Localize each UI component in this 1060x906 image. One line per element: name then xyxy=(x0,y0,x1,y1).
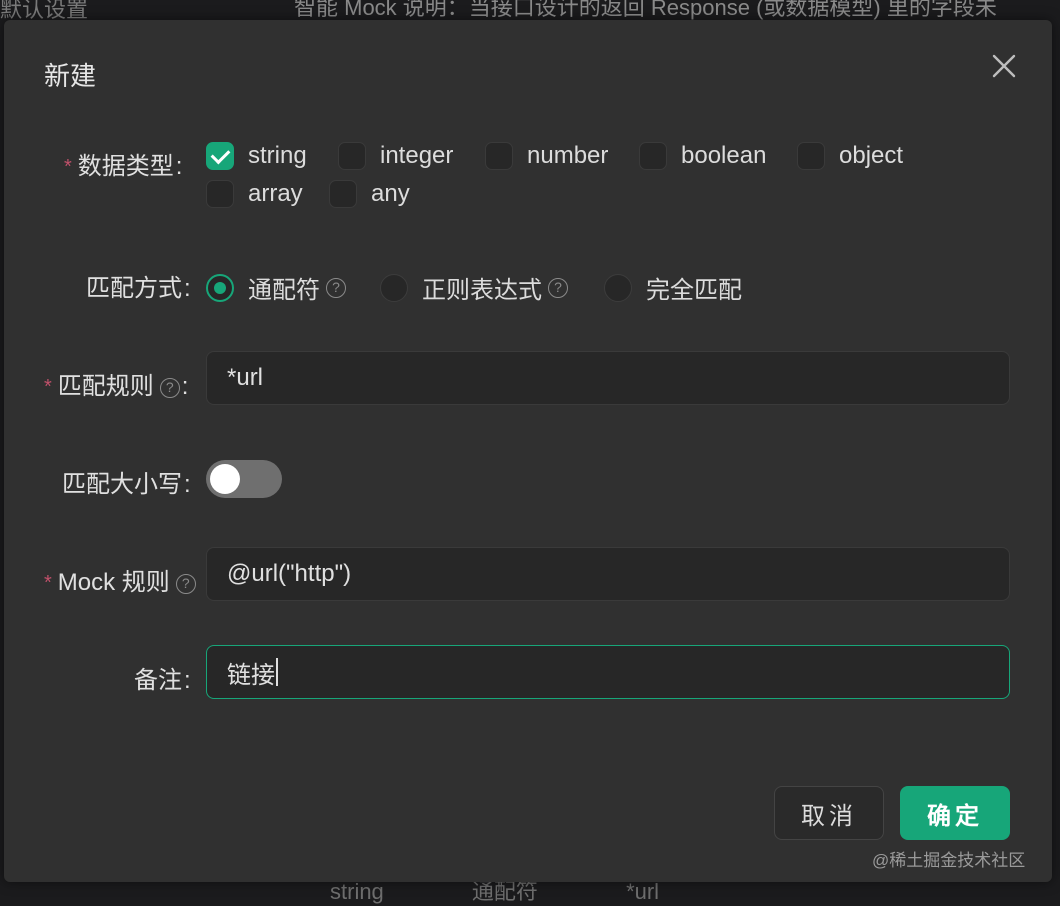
match-rule-input[interactable]: *url xyxy=(206,351,1010,405)
checkbox-string[interactable]: string xyxy=(206,142,307,170)
text-caret xyxy=(276,658,278,686)
new-mock-dialog: 新建 * 数据类型: string integer number boolean … xyxy=(4,20,1052,882)
confirm-button[interactable]: 确定 xyxy=(900,786,1010,840)
checkbox-boolean[interactable]: boolean xyxy=(639,142,766,170)
required-mark: * xyxy=(44,572,52,594)
checkbox-box xyxy=(329,180,357,208)
checkbox-array[interactable]: array xyxy=(206,180,303,208)
case-sensitive-label: 匹配大小写: xyxy=(62,471,191,498)
mock-rule-input[interactable]: @url("http") xyxy=(206,547,1010,601)
background-header: 默认设置 智能 Mock 说明：当接口设计的返回 Response (或数据模型… xyxy=(0,0,1060,22)
radio-exact[interactable]: 完全匹配 xyxy=(604,270,742,305)
checkbox-any[interactable]: any xyxy=(329,180,410,208)
data-type-label: * 数据类型: xyxy=(64,153,183,180)
question-circle-icon[interactable]: ? xyxy=(175,574,196,594)
checkbox-box xyxy=(206,180,234,208)
remark-label: 备注: xyxy=(134,667,191,694)
checkbox-number[interactable]: number xyxy=(485,142,608,170)
question-circle-icon[interactable]: ? xyxy=(159,378,180,398)
remark-input[interactable]: 链接 xyxy=(206,645,1010,699)
question-circle-icon[interactable]: ? xyxy=(548,277,568,298)
question-circle-icon[interactable]: ? xyxy=(326,277,346,298)
required-mark: * xyxy=(64,156,72,178)
dialog-title: 新建 xyxy=(44,61,97,91)
radio-icon xyxy=(604,273,632,302)
checkbox-integer[interactable]: integer xyxy=(338,142,453,170)
radio-icon xyxy=(380,273,408,302)
radio-regex[interactable]: 正则表达式 ? xyxy=(380,270,568,305)
checkbox-box xyxy=(639,142,667,170)
checkbox-box xyxy=(797,142,825,170)
checkbox-box xyxy=(485,142,513,170)
close-button[interactable] xyxy=(988,50,1020,82)
close-icon xyxy=(992,54,1016,78)
match-mode-label: 匹配方式: xyxy=(86,275,191,302)
watermark: @稀土掘金技术社区 xyxy=(872,851,1026,870)
checkbox-object[interactable]: object xyxy=(797,142,903,170)
radio-selected-icon xyxy=(206,273,234,302)
case-sensitive-toggle[interactable] xyxy=(206,460,282,498)
background-description-text: 智能 Mock 说明：当接口设计的返回 Response (或数据模型) 里的字… xyxy=(294,0,997,20)
cancel-button[interactable]: 取消 xyxy=(774,786,884,840)
toggle-knob xyxy=(210,464,240,494)
radio-wildcard[interactable]: 通配符 ? xyxy=(206,270,346,305)
required-mark: * xyxy=(44,376,52,398)
mock-rule-label: * Mock 规则? xyxy=(44,562,196,597)
checkbox-box xyxy=(338,142,366,170)
check-icon xyxy=(206,142,234,170)
match-rule-label: * 匹配规则?: xyxy=(44,373,189,400)
